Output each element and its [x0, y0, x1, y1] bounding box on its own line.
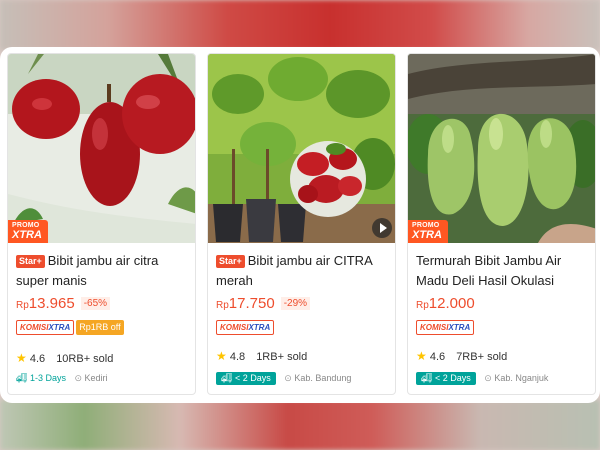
komisi-badge-right: XTRA — [448, 323, 471, 332]
rating-row: ★ 4.6 7RB+ sold — [416, 349, 507, 365]
sold-count: 1RB+ sold — [256, 351, 308, 363]
delivery-time: < 2 Days — [234, 373, 271, 383]
green-rose-apple-image — [408, 54, 595, 243]
background-blur-top — [0, 0, 600, 50]
discount-badge: -65% — [80, 297, 111, 310]
product-image[interactable] — [208, 54, 395, 243]
rating-row: ★ 4.6 10RB+ sold — [16, 351, 113, 367]
komisi-badge-left: KOMISI — [20, 323, 49, 332]
location-pin-icon: ⊙ — [74, 373, 83, 383]
promo-badge-bottom: XTRA — [12, 229, 42, 241]
delivery-time: 1-3 Days — [29, 373, 66, 383]
location: ⊙ Kab. Nganjuk — [484, 373, 548, 383]
delivery-time: < 2 Days — [434, 373, 471, 383]
product-image[interactable]: PROMO XTRA — [408, 54, 595, 243]
promo-xtra-badge: PROMO XTRA — [8, 220, 48, 243]
product-title[interactable]: Star+ Bibit jambu air citra super manis — [16, 251, 192, 291]
komisi-badge-left: KOMISI — [420, 323, 449, 332]
promo-badge-top: PROMO — [412, 222, 440, 229]
sold-count: 7RB+ sold — [456, 351, 508, 363]
location-pin-icon: ⊙ — [284, 373, 292, 383]
background-blur-bottom — [0, 400, 600, 450]
shipping-row: 🚚︎ 1-3 Days ⊙ Kediri — [16, 373, 108, 389]
product-image[interactable]: PROMO XTRA — [8, 54, 195, 243]
rating-value: 4.6 — [429, 351, 446, 363]
delivery-truck-icon: 🚚︎ — [421, 373, 433, 383]
komisi-off-badge: Rp1RB off — [76, 320, 124, 335]
star-icon: ★ — [416, 349, 427, 363]
sold-count: 10RB+ sold — [56, 353, 114, 365]
star-icon: ★ — [216, 349, 227, 363]
star-plus-badge: Star+ — [216, 255, 245, 268]
delivery-pill: 🚚︎ < 2 Days — [416, 372, 476, 385]
product-title[interactable]: Star+ Bibit jambu air CITRA merah — [216, 251, 392, 291]
price-row: Rp17.750 -29% — [216, 295, 311, 315]
location-pin-icon: ⊙ — [484, 373, 492, 383]
delivery-pill: 🚚︎ < 2 Days — [216, 372, 276, 385]
shipping-row: 🚚︎ < 2 Days ⊙ Kab. Bandung — [216, 372, 351, 388]
location: ⊙ Kediri — [74, 373, 107, 383]
komisi-row: KOMISIXTRA Rp1RB off — [16, 320, 124, 336]
promo-badge-top: PROMO — [12, 222, 40, 229]
shipping-row: 🚚︎ < 2 Days ⊙ Kab. Nganjuk — [416, 372, 548, 388]
rating-value: 4.8 — [229, 351, 246, 363]
price-value: 17.750 — [228, 295, 275, 312]
komisi-badge-right: XTRA — [48, 323, 71, 332]
rating-row: ★ 4.8 1RB+ sold — [216, 349, 307, 365]
komisi-xtra-badge: KOMISIXTRA — [416, 320, 475, 335]
discount-badge: -29% — [280, 297, 311, 310]
komisi-xtra-badge: KOMISIXTRA — [16, 320, 75, 335]
komisi-xtra-badge: KOMISIXTRA — [216, 320, 275, 335]
promo-badge-bottom: XTRA — [412, 229, 442, 241]
product-card[interactable]: PROMO XTRA Star+ Bibit jambu air citra su… — [7, 53, 196, 395]
currency-label: Rp — [16, 300, 29, 311]
currency-label: Rp — [216, 300, 229, 311]
price-value: 13.965 — [28, 295, 75, 312]
komisi-row: KOMISIXTRA — [216, 320, 275, 336]
komisi-badge-right: XTRA — [248, 323, 271, 332]
star-icon: ★ — [16, 351, 27, 365]
product-card[interactable]: Star+ Bibit jambu air CITRA merah Rp17.75… — [207, 53, 396, 395]
star-plus-badge: Star+ — [16, 255, 45, 268]
red-rose-apple-image — [8, 54, 195, 243]
product-title-text: Termurah Bibit Jambu Air Madu Deli Hasil… — [416, 253, 562, 288]
location-text: Kab. Nganjuk — [494, 373, 549, 383]
location-text: Kab. Bandung — [294, 373, 352, 383]
product-card[interactable]: PROMO XTRA Termurah Bibit Jambu Air Madu… — [407, 53, 596, 395]
komisi-row: KOMISIXTRA — [416, 320, 475, 336]
product-title[interactable]: Termurah Bibit Jambu Air Madu Deli Hasil… — [416, 251, 592, 291]
price-row: Rp12.000 — [416, 295, 475, 315]
play-video-icon[interactable] — [372, 218, 392, 238]
delivery-truck-icon: 🚚︎ — [16, 373, 28, 383]
seedlings-video-image — [208, 54, 395, 243]
location-text: Kediri — [84, 373, 108, 383]
delivery-truck-icon: 🚚︎ — [221, 373, 233, 383]
location: ⊙ Kab. Bandung — [284, 373, 351, 383]
currency-label: Rp — [416, 300, 429, 311]
rating-value: 4.6 — [29, 353, 46, 365]
price-value: 12.000 — [428, 295, 475, 312]
promo-xtra-badge: PROMO XTRA — [408, 220, 448, 243]
komisi-badge-left: KOMISI — [220, 323, 249, 332]
price-row: Rp13.965 -65% — [16, 295, 111, 315]
